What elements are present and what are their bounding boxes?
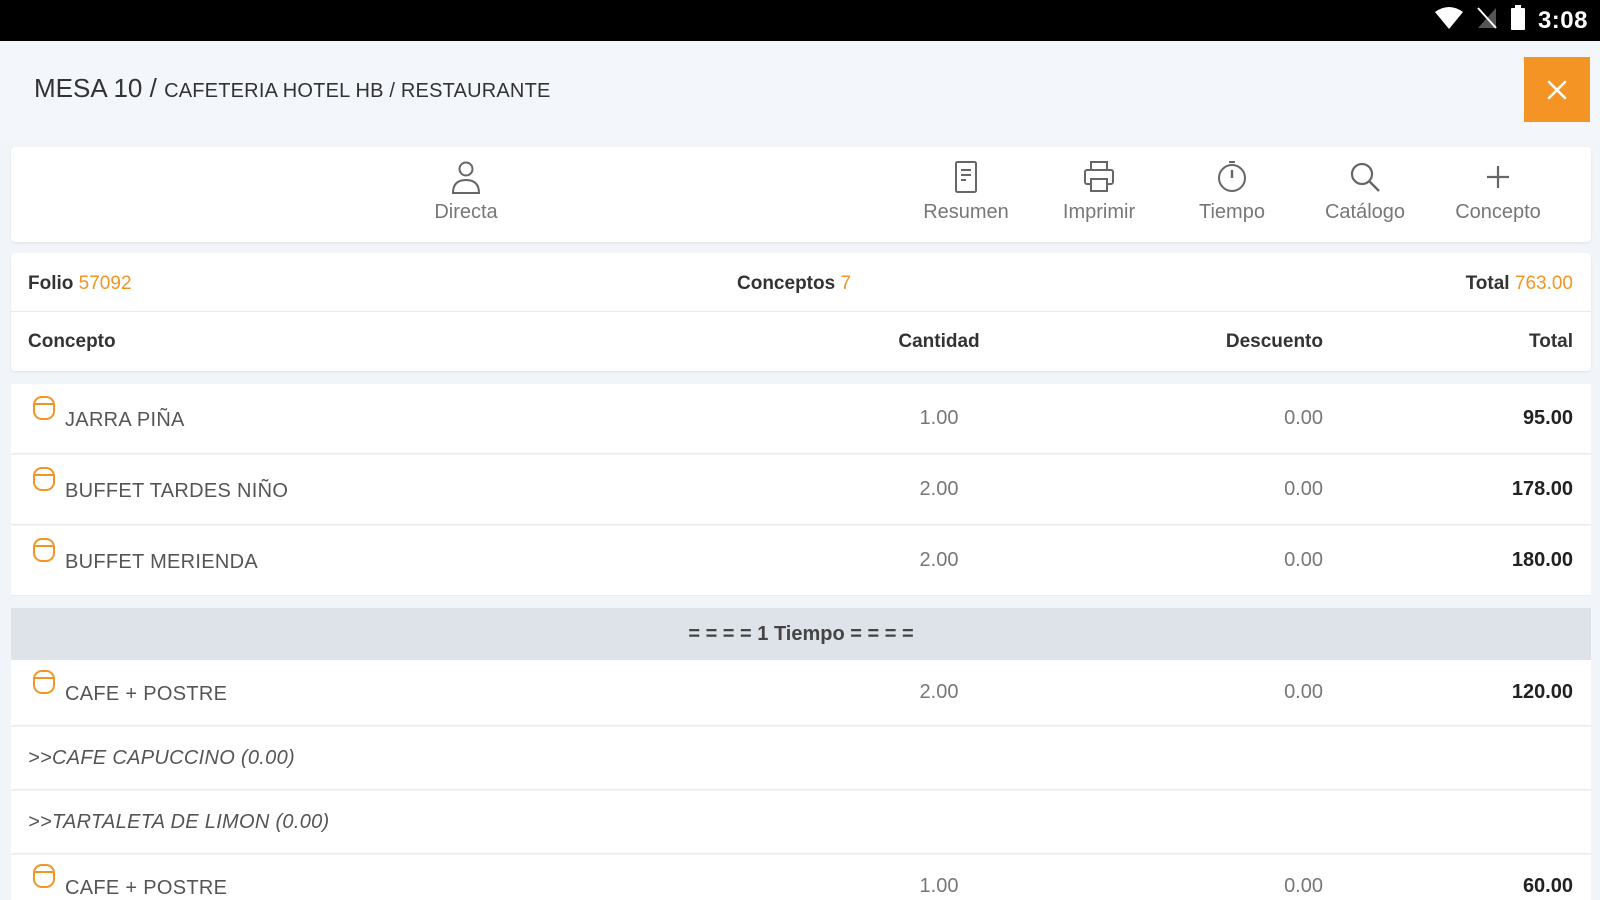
item-quantity: 2.00 [919,549,959,571]
drink-cup-icon [32,466,56,497]
item-name: CAFE + POSTRE [65,683,228,705]
modifier-item[interactable]: >>TARTALETA DE LIMON (0.00) [11,791,1591,854]
item-total: 180.00 [1511,549,1573,571]
drink-cup-icon [32,863,56,894]
total-label: Total [1465,273,1510,294]
column-headers: Concepto Cantidad Descuento Total [11,312,1591,371]
concepto-label: Concepto [1455,201,1541,223]
item-discount: 0.00 [1284,549,1323,571]
summary-row: Folio 57092 Conceptos 7 Total 763.00 [11,253,1591,312]
course-separator[interactable]: = = = = 1 Tiempo = = = = [11,608,1591,660]
battery-icon [1510,5,1526,36]
order-summary: Folio 57092 Conceptos 7 Total 763.00 Con… [11,253,1591,371]
item-name: BUFFET MERIENDA [65,551,259,573]
user-icon [451,161,481,194]
modifier-name: >>TARTALETA DE LIMON (0.00) [28,811,330,833]
folio-label: Folio [28,273,74,294]
timer-icon [1218,161,1246,192]
item-quantity: 1.00 [919,875,959,897]
order-items-list: JARRA PIÑA 1.00 0.00 95.00 BUFFET TARDES… [11,384,1591,900]
modifier-name: >>CAFE CAPUCCINO (0.00) [28,747,295,769]
item-total: 178.00 [1511,478,1573,500]
item-total: 95.00 [1522,407,1573,429]
item-discount: 0.00 [1284,875,1323,897]
list-item[interactable]: BUFFET TARDES NIÑO 2.00 0.00 178.00 [11,455,1591,525]
item-total: 60.00 [1522,875,1573,897]
total-value: 763.00 [1514,273,1573,294]
drink-cup-icon [32,395,56,426]
printer-icon [1084,161,1114,192]
plus-icon [1487,166,1509,188]
resumen-button[interactable]: Resumen [911,159,1021,231]
conceptos-count: Conceptos 7 [737,273,851,295]
list-item[interactable]: CAFE + POSTRE 2.00 0.00 120.00 [11,660,1591,726]
list-item[interactable]: CAFE + POSTRE 1.00 0.00 60.00 [11,855,1591,900]
venue-breadcrumb: CAFETERIA HOTEL HB / RESTAURANTE [164,80,551,102]
close-button[interactable] [1524,57,1590,122]
imprimir-label: Imprimir [1062,201,1136,223]
item-name: JARRA PIÑA [65,409,185,431]
list-item[interactable]: BUFFET MERIENDA 2.00 0.00 180.00 [11,526,1591,596]
directa-label: Directa [434,201,498,223]
catalogo-button[interactable]: Catálogo [1310,159,1420,231]
col-cantidad: Cantidad [898,331,980,352]
receipt-icon [955,161,977,193]
action-toolbar: Directa Resumen Imprimir Tiempo Catálogo… [11,147,1591,242]
tiempo-button[interactable]: Tiempo [1177,159,1287,231]
close-icon [1547,80,1567,99]
modifier-item[interactable]: >>CAFE CAPUCCINO (0.00) [11,727,1591,790]
item-quantity: 1.00 [919,407,959,429]
catalogo-label: Catálogo [1324,201,1406,223]
item-name: BUFFET TARDES NIÑO [65,480,289,502]
drink-cup-icon [32,537,56,568]
folio-value: 57092 [78,273,132,294]
col-descuento: Descuento [1225,331,1323,352]
conceptos-value: 7 [840,273,852,294]
item-discount: 0.00 [1284,407,1323,429]
page-title: MESA 10 / CAFETERIA HOTEL HB / RESTAURAN… [34,73,551,104]
title-separator: / [142,73,165,103]
col-total: Total [1529,331,1573,352]
order-total: Total 763.00 [1466,273,1573,295]
tiempo-label: Tiempo [1199,201,1265,223]
item-quantity: 2.00 [919,478,959,500]
table-name: MESA 10 [34,73,143,103]
resumen-label: Resumen [923,201,1009,223]
conceptos-label: Conceptos [737,273,836,294]
concepto-button[interactable]: Concepto [1443,159,1553,231]
list-item[interactable]: JARRA PIÑA 1.00 0.00 95.00 [11,384,1591,454]
imprimir-button[interactable]: Imprimir [1044,159,1154,231]
header: MESA 10 / CAFETERIA HOTEL HB / RESTAURAN… [0,41,1600,141]
directa-button[interactable]: Directa [411,159,521,231]
search-icon [1350,162,1380,192]
item-discount: 0.00 [1284,478,1323,500]
item-quantity: 2.00 [919,681,959,703]
col-concepto: Concepto [28,331,116,352]
folio: Folio 57092 [28,273,132,295]
drink-cup-icon [32,669,56,700]
no-signal-icon [1476,6,1498,35]
clock: 3:08 [1537,6,1588,34]
status-bar: 3:08 [0,0,1600,41]
item-discount: 0.00 [1284,681,1323,703]
wifi-icon [1434,6,1464,35]
item-name: CAFE + POSTRE [65,877,228,899]
item-total: 120.00 [1511,681,1573,703]
